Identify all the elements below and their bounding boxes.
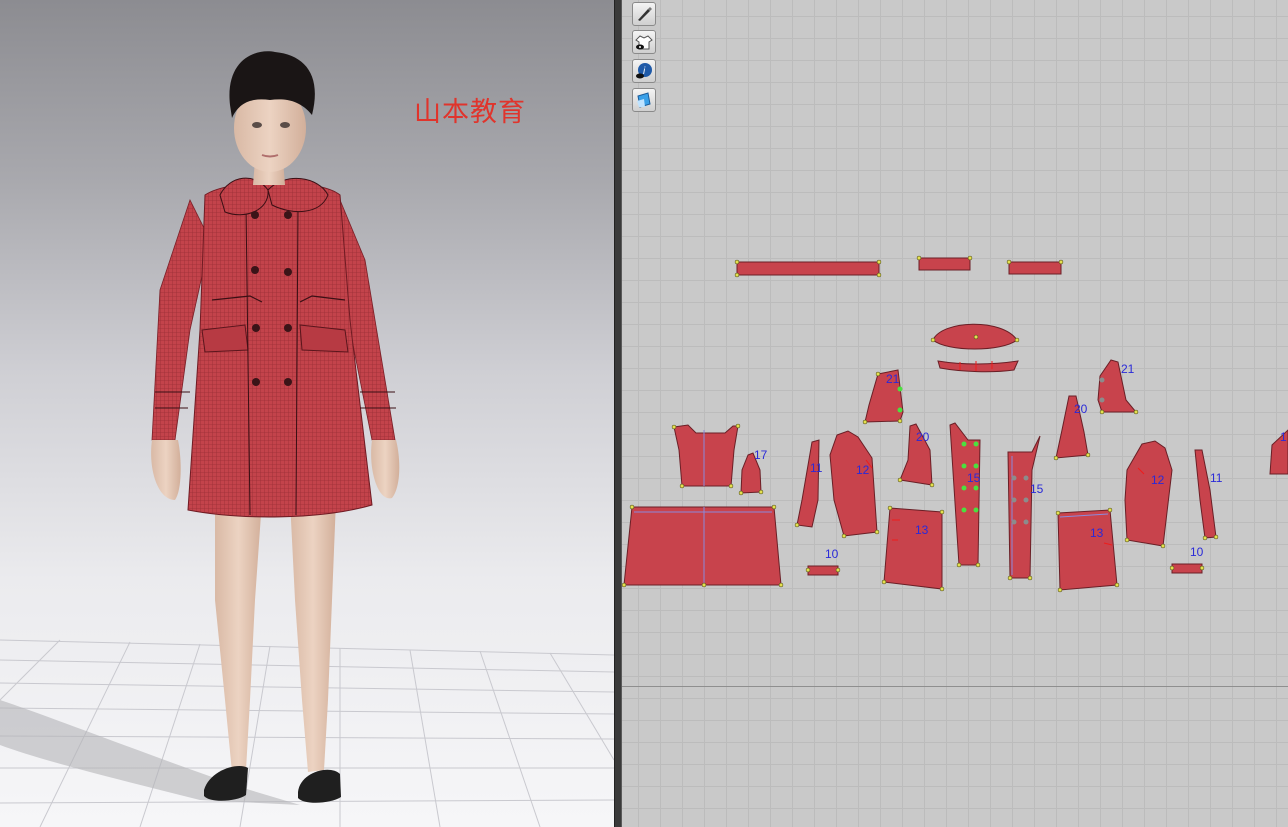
piece-13b — [1057, 509, 1118, 591]
pattern-label-21: 21 — [1121, 362, 1135, 376]
pattern-label-13: 13 — [915, 523, 929, 537]
window-divider-line — [622, 686, 1288, 687]
pattern-label-10: 10 — [1190, 545, 1204, 559]
pattern-label-edge: 1 — [1280, 430, 1287, 444]
pattern-label-11: 11 — [810, 461, 823, 475]
piece-12a — [829, 430, 878, 537]
pattern-pieces — [622, 255, 1288, 593]
piece-11b — [1194, 449, 1217, 539]
strap-piece — [1008, 261, 1062, 275]
pattern-label-17: 17 — [754, 448, 768, 462]
strap-piece — [918, 257, 971, 271]
app-window: 山本教育 i 21 21 20 20 17 11 11 12 12 15 15 … — [0, 0, 1288, 827]
pattern-label-11: 11 — [1210, 471, 1223, 485]
pattern-label-21: 21 — [886, 372, 900, 386]
collar-band-piece — [937, 360, 1019, 373]
piece-10b — [1171, 563, 1203, 574]
pattern-label-15: 15 — [967, 471, 981, 485]
piece-10a — [807, 565, 839, 576]
viewport-splitter[interactable] — [614, 0, 622, 827]
strap-piece — [736, 261, 880, 276]
piece-12b — [1124, 440, 1173, 547]
pattern-label-10: 10 — [825, 547, 839, 561]
watermark-text: 山本教育 — [414, 97, 526, 128]
3d-viewport[interactable]: 山本教育 — [0, 0, 614, 827]
2d-pattern-window[interactable]: i 21 21 20 20 17 11 11 12 12 15 15 13 13… — [622, 0, 1288, 827]
pattern-label-20: 20 — [916, 430, 930, 444]
pattern-label-12: 12 — [1151, 473, 1165, 487]
piece-11a — [796, 439, 820, 528]
skirt-front-piece — [623, 506, 782, 586]
pattern-label-13: 13 — [1090, 526, 1104, 540]
front-bodice-piece — [673, 424, 739, 487]
pattern-label-15: 15 — [1030, 482, 1044, 496]
pattern-label-20: 20 — [1074, 402, 1088, 416]
pattern-label-12: 12 — [856, 463, 870, 477]
piece-15b — [1007, 435, 1041, 579]
